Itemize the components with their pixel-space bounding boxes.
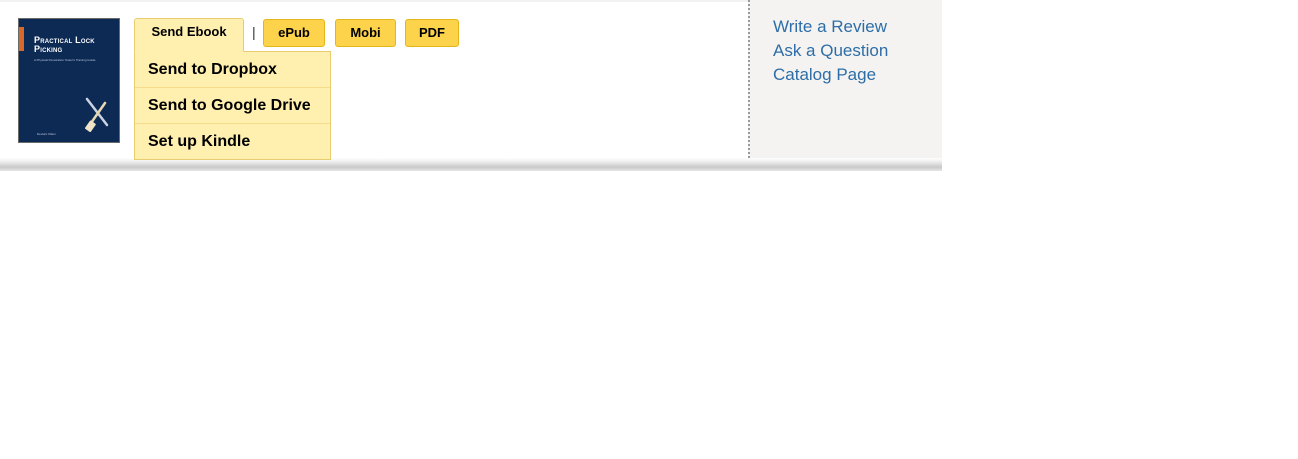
- send-ebook-dropdown: Send to Dropbox Send to Google Drive Set…: [134, 51, 331, 160]
- ask-question-link[interactable]: Ask a Question: [773, 41, 888, 61]
- catalog-page-link[interactable]: Catalog Page: [773, 65, 876, 85]
- send-ebook-button[interactable]: Send Ebook: [134, 18, 244, 52]
- cover-author: Deviant Ollam: [37, 132, 56, 136]
- cover-subtitle: A Physical Penetration Tester's Training…: [34, 58, 96, 62]
- toolbar-separator: |: [252, 24, 256, 40]
- book-cover-image[interactable]: Practical Lock Picking A Physical Penetr…: [18, 18, 120, 143]
- actions-sidebar: Write a Review Ask a Question Catalog Pa…: [748, 0, 942, 166]
- set-up-kindle-item[interactable]: Set up Kindle: [135, 123, 330, 159]
- epub-button[interactable]: ePub: [263, 19, 325, 47]
- send-to-google-drive-item[interactable]: Send to Google Drive: [135, 87, 330, 123]
- send-to-dropbox-item[interactable]: Send to Dropbox: [135, 52, 330, 87]
- write-review-link[interactable]: Write a Review: [773, 17, 887, 37]
- pdf-button[interactable]: PDF: [405, 19, 459, 47]
- mobi-button[interactable]: Mobi: [335, 19, 396, 47]
- ebook-panel: Practical Lock Picking A Physical Penetr…: [0, 0, 942, 171]
- cover-title: Practical Lock Picking: [34, 35, 95, 54]
- cover-spine-accent: [19, 27, 24, 51]
- lockpick-icon: [85, 97, 109, 132]
